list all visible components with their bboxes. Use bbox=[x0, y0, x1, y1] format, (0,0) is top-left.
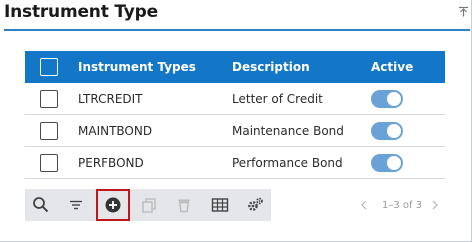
instrument-types-grid: Instrument Types Description Active LTRC… bbox=[25, 51, 445, 179]
collapse-up-glyph bbox=[458, 6, 468, 17]
active-toggle[interactable] bbox=[371, 89, 403, 108]
delete-icon bbox=[178, 199, 190, 213]
active-toggle[interactable] bbox=[371, 153, 403, 172]
settings-icon bbox=[248, 197, 263, 211]
header-select-all-cell bbox=[40, 51, 58, 83]
chevron-right-icon bbox=[432, 200, 438, 210]
active-toggle[interactable] bbox=[371, 121, 403, 140]
pager-next-button[interactable] bbox=[431, 189, 443, 221]
row-checkbox[interactable] bbox=[40, 89, 58, 108]
copy-button[interactable] bbox=[133, 189, 165, 221]
filter-icon bbox=[70, 200, 82, 210]
columns-button[interactable] bbox=[204, 189, 236, 221]
select-all-checkbox[interactable] bbox=[40, 58, 58, 76]
row-checkbox[interactable] bbox=[40, 153, 58, 172]
add-button[interactable] bbox=[96, 189, 130, 221]
columns-icon bbox=[211, 198, 229, 212]
grid-toolbar bbox=[25, 189, 271, 221]
table-row[interactable]: LTRCREDIT Letter of Credit bbox=[25, 83, 445, 115]
delete-button[interactable] bbox=[168, 189, 200, 221]
row-checkbox[interactable] bbox=[40, 121, 58, 140]
row-description: Maintenance Bond bbox=[232, 123, 344, 138]
panel-title: Instrument Type bbox=[4, 2, 158, 22]
row-description: Letter of Credit bbox=[232, 91, 323, 106]
row-active-cell bbox=[371, 147, 403, 178]
copy-icon bbox=[142, 198, 156, 213]
column-header-active[interactable]: Active bbox=[371, 51, 413, 83]
search-icon bbox=[33, 197, 49, 213]
add-icon bbox=[105, 197, 121, 213]
title-underline bbox=[4, 29, 470, 31]
column-header-description[interactable]: Description bbox=[232, 51, 310, 83]
chevron-left-icon bbox=[361, 200, 367, 210]
instrument-type-panel: Instrument Type Instrument Types Descrip… bbox=[0, 0, 472, 242]
row-checkbox-cell bbox=[40, 147, 58, 178]
grid-header: Instrument Types Description Active bbox=[25, 51, 445, 83]
row-active-cell bbox=[371, 115, 403, 146]
row-description: Performance Bond bbox=[232, 155, 343, 170]
table-row[interactable]: PERFBOND Performance Bond bbox=[25, 147, 445, 179]
table-row[interactable]: MAINTBOND Maintenance Bond bbox=[25, 115, 445, 147]
settings-button[interactable] bbox=[239, 189, 271, 221]
pager-range: 1–3 of 3 bbox=[382, 199, 423, 211]
row-checkbox-cell bbox=[40, 83, 58, 114]
collapse-up-icon[interactable] bbox=[457, 6, 469, 18]
row-active-cell bbox=[371, 83, 403, 114]
pager-prev-button[interactable] bbox=[360, 189, 372, 221]
filter-button[interactable] bbox=[60, 189, 92, 221]
column-header-instrument-types[interactable]: Instrument Types bbox=[78, 51, 196, 83]
row-instrument-type: LTRCREDIT bbox=[78, 91, 143, 106]
row-checkbox-cell bbox=[40, 115, 58, 146]
search-button[interactable] bbox=[25, 189, 57, 221]
row-instrument-type: PERFBOND bbox=[78, 155, 144, 170]
row-instrument-type: MAINTBOND bbox=[78, 123, 153, 138]
